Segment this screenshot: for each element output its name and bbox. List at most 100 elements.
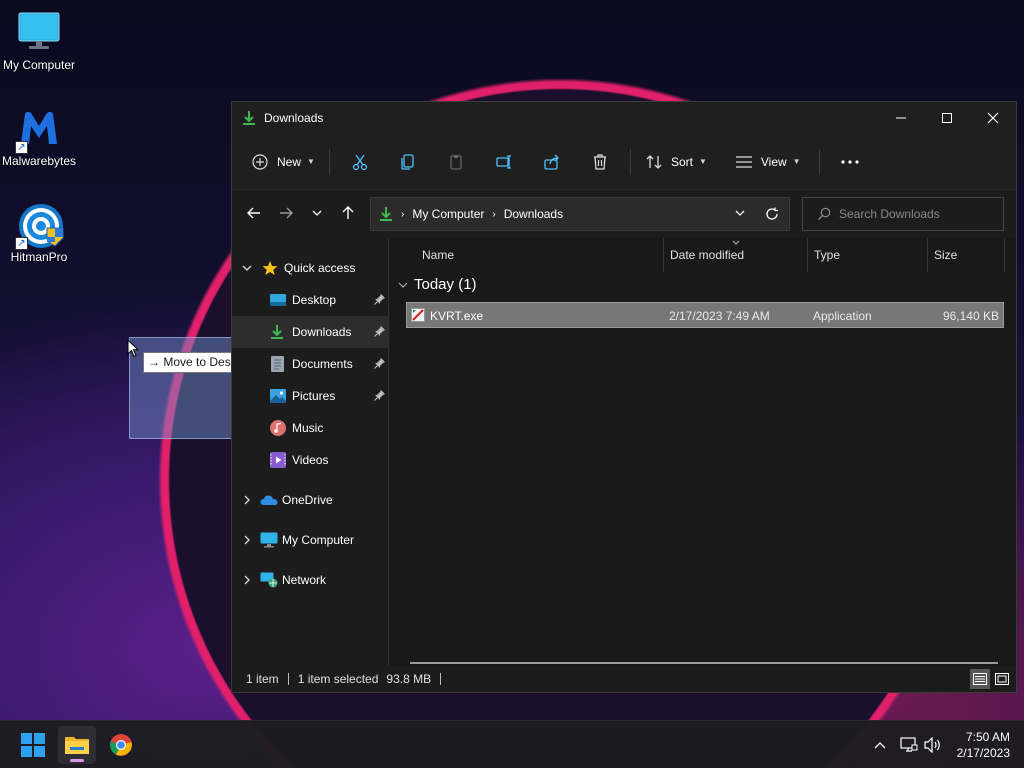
- column-label: Size: [934, 248, 958, 262]
- sidebar-item-onedrive[interactable]: OneDrive: [232, 484, 388, 516]
- download-icon: [379, 206, 393, 222]
- sidebar-item-my-computer[interactable]: My Computer: [232, 524, 388, 556]
- taskbar-chrome[interactable]: [102, 726, 140, 764]
- details-view-button[interactable]: [970, 669, 990, 689]
- sidebar-item-network[interactable]: Network: [232, 564, 388, 596]
- address-bar[interactable]: › My Computer › Downloads: [370, 197, 790, 231]
- file-list[interactable]: Name Date modified Type Size Today (1) K…: [390, 238, 1016, 666]
- breadcrumb-downloads[interactable]: Downloads: [504, 207, 563, 221]
- status-item-count: 1 item: [246, 672, 279, 686]
- group-header-today[interactable]: Today (1): [398, 276, 477, 293]
- recent-locations-button[interactable]: [302, 197, 332, 229]
- status-size: 93.8 MB: [386, 672, 432, 686]
- column-header-row: Name Date modified Type Size: [390, 238, 1016, 272]
- horizontal-scrollbar[interactable]: [410, 662, 998, 664]
- share-button[interactable]: [528, 146, 576, 178]
- title-bar[interactable]: Downloads: [232, 102, 1016, 134]
- thumbnails-view-button[interactable]: [992, 669, 1012, 689]
- column-header-name[interactable]: Name: [416, 238, 662, 272]
- sidebar-item-documents[interactable]: Documents: [232, 348, 388, 380]
- chrome-icon: [110, 734, 132, 756]
- folder-icon: [65, 737, 89, 754]
- desktop-icon-label: Malwarebytes: [1, 154, 77, 168]
- desktop-icon-label: My Computer: [2, 58, 76, 72]
- breadcrumb-separator-icon: ›: [492, 208, 496, 220]
- desktop-icon-hitmanpro[interactable]: ↗ HitmanPro: [0, 202, 78, 264]
- address-history-chevron-icon[interactable]: [735, 210, 745, 216]
- sort-icon: [646, 154, 662, 169]
- rename-icon: [496, 154, 511, 169]
- file-name: KVRT.exe: [430, 309, 484, 323]
- status-selected: 1 item selected: [297, 672, 379, 686]
- file-type: Application: [813, 309, 872, 323]
- sidebar-item-videos[interactable]: Videos: [232, 444, 388, 476]
- taskbar-clock[interactable]: 7:50 AM 2/17/2023: [957, 729, 1010, 761]
- sidebar-item-pictures[interactable]: Pictures: [232, 380, 388, 412]
- maximize-button[interactable]: [924, 102, 970, 134]
- copy-button[interactable]: [384, 146, 432, 178]
- delete-button[interactable]: [576, 146, 624, 178]
- sidebar-item-downloads[interactable]: Downloads: [232, 316, 388, 348]
- forward-button[interactable]: [270, 197, 302, 229]
- arrow-right-icon: [280, 207, 293, 219]
- navigation-pane: Quick access Desktop Downloads Documents…: [232, 238, 389, 666]
- chevron-right-icon: [244, 535, 250, 545]
- back-button[interactable]: [238, 197, 270, 229]
- chevron-right-icon: [244, 575, 250, 585]
- arrow-right-icon: →: [148, 355, 160, 369]
- sidebar-item-label: Quick access: [284, 261, 356, 275]
- sidebar-item-label: OneDrive: [282, 493, 333, 507]
- details-view-icon: [973, 673, 987, 685]
- sidebar-item-quick-access[interactable]: Quick access: [232, 252, 388, 284]
- volume-icon[interactable]: [924, 737, 942, 753]
- onedrive-cloud-icon: [260, 495, 278, 505]
- column-header-size[interactable]: Size: [927, 238, 1005, 272]
- up-button[interactable]: [332, 197, 364, 229]
- sidebar-item-music[interactable]: Music: [232, 412, 388, 444]
- clipboard-icon: [450, 154, 462, 170]
- search-input[interactable]: Search Downloads: [802, 197, 1004, 231]
- show-hidden-icons-button[interactable]: [870, 741, 890, 749]
- view-button[interactable]: View ▼: [727, 146, 809, 178]
- breadcrumb-my-computer[interactable]: My Computer: [412, 207, 484, 221]
- new-button[interactable]: New ▼: [244, 146, 323, 178]
- star-icon: [262, 261, 278, 275]
- column-header-date[interactable]: Date modified: [663, 238, 807, 272]
- sidebar-item-label: Pictures: [292, 389, 336, 403]
- sort-label: Sort: [670, 154, 693, 169]
- sidebar-item-label: My Computer: [282, 533, 355, 547]
- refresh-icon[interactable]: [765, 207, 779, 221]
- cut-button[interactable]: [336, 146, 384, 178]
- desktop-icon-label: HitmanPro: [10, 250, 68, 264]
- desktop-icon-my-computer[interactable]: My Computer: [0, 10, 78, 72]
- file-size: 96,140 KB: [942, 309, 999, 323]
- network-status-icon[interactable]: [900, 737, 918, 753]
- file-explorer-window[interactable]: Downloads New ▼ Sort ▼ View ▼ › My Compu…: [231, 101, 1017, 693]
- taskbar-file-explorer[interactable]: [58, 726, 96, 764]
- taskbar: 7:50 AM 2/17/2023: [0, 720, 1024, 768]
- desktop-icon-malwarebytes[interactable]: ↗ Malwarebytes: [0, 106, 78, 168]
- minimize-button[interactable]: [878, 102, 924, 134]
- sidebar-item-label: Videos: [292, 453, 329, 467]
- more-options-button[interactable]: [826, 146, 874, 178]
- network-icon: [260, 572, 278, 588]
- sidebar-item-label: Documents: [292, 357, 353, 371]
- start-button[interactable]: [14, 726, 52, 764]
- copy-icon: [401, 153, 414, 170]
- file-row-kvrt[interactable]: KVRT.exe 2/17/2023 7:49 AM Application 9…: [406, 302, 1004, 328]
- group-label: Today (1): [414, 276, 477, 293]
- sidebar-item-desktop[interactable]: Desktop: [232, 284, 388, 316]
- download-icon: [242, 110, 256, 126]
- clock-date: 2/17/2023: [956, 746, 1010, 760]
- sort-button[interactable]: Sort ▼: [637, 146, 715, 178]
- column-header-type[interactable]: Type: [807, 238, 927, 272]
- search-placeholder: Search Downloads: [839, 207, 940, 221]
- close-button[interactable]: [970, 102, 1016, 134]
- download-icon: [271, 325, 283, 339]
- rename-button[interactable]: [480, 146, 528, 178]
- shortcut-arrow-icon: ↗: [15, 141, 28, 154]
- view-label: View: [760, 154, 787, 169]
- paste-button[interactable]: [432, 146, 480, 178]
- pin-icon: [374, 390, 385, 401]
- share-icon: [544, 154, 559, 170]
